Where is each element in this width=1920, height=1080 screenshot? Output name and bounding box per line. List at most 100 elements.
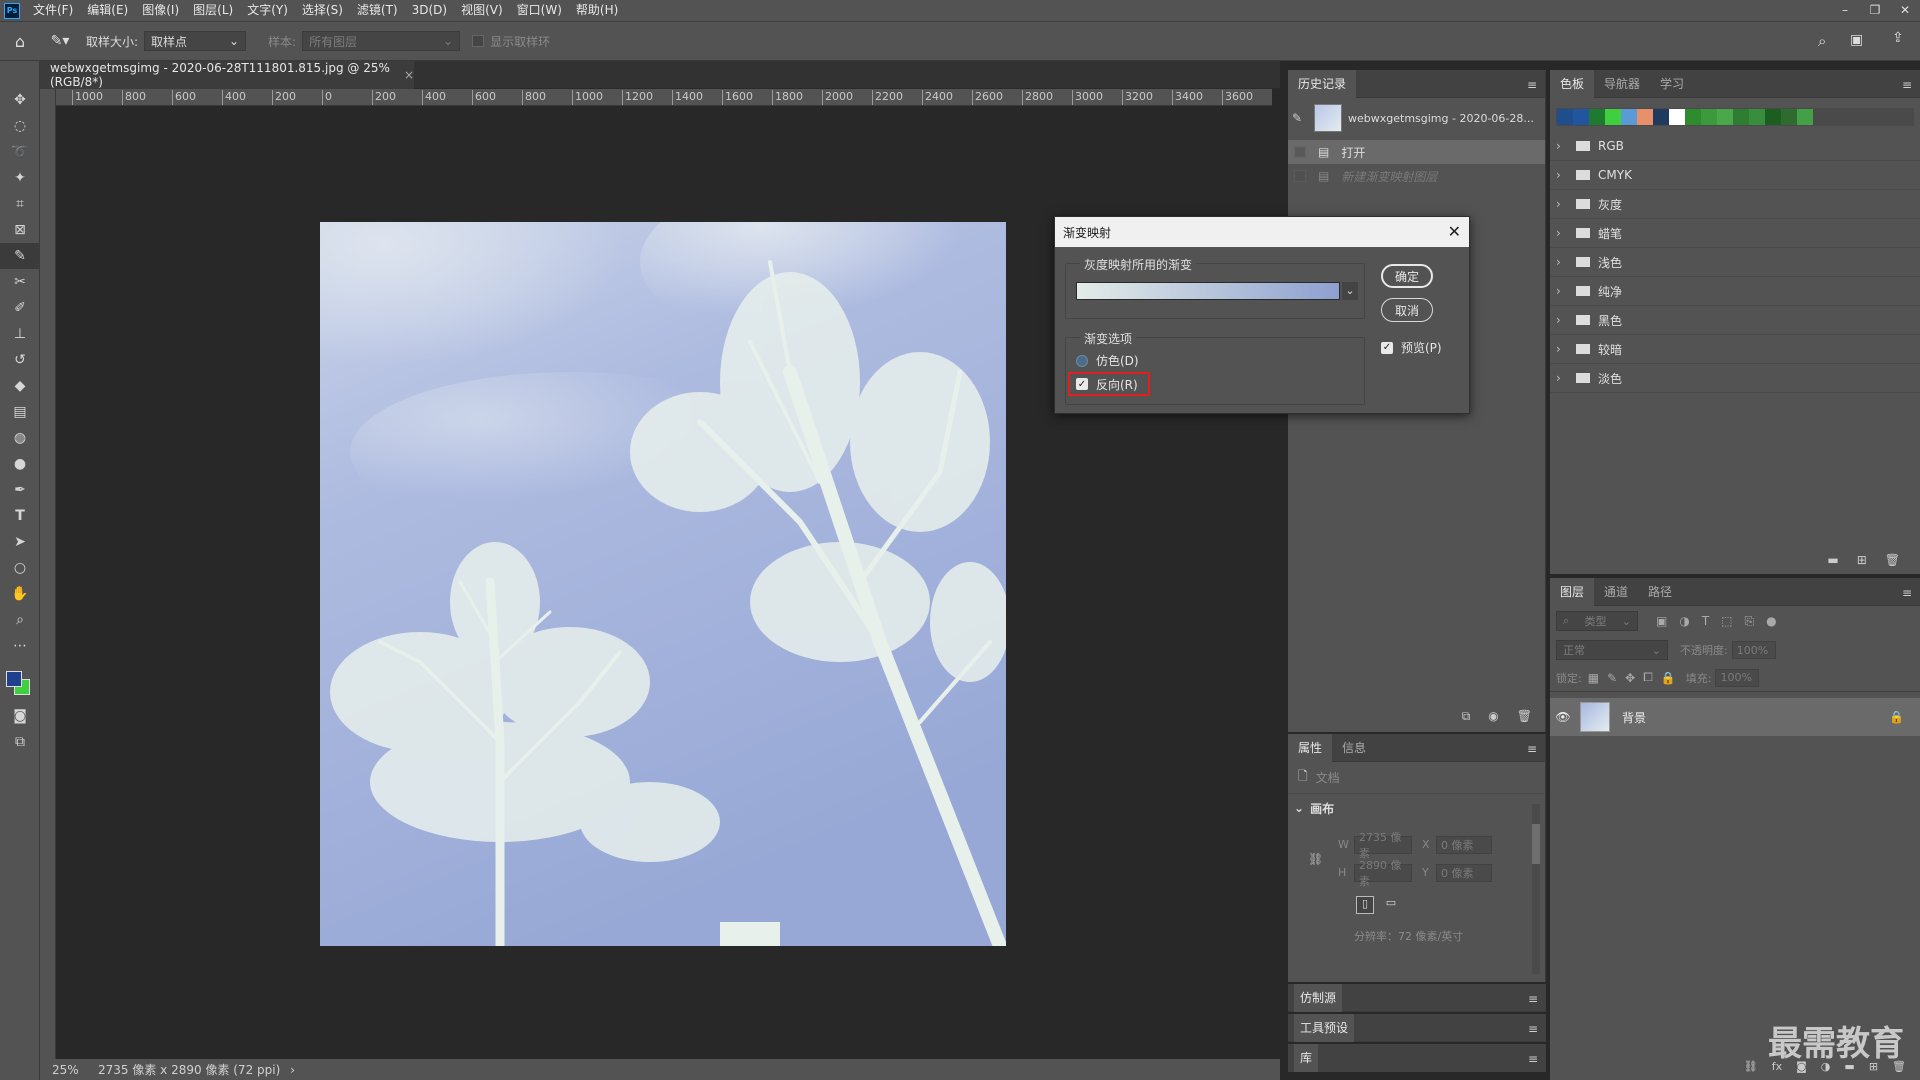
zoom-tool-icon[interactable]: ⌕ [0,607,40,633]
preview-option[interactable]: ✓ 预览(P) [1381,339,1442,356]
close-tab-icon[interactable]: × [404,68,414,82]
color-swatch[interactable] [1637,109,1653,125]
tab-paths[interactable]: 路径 [1638,578,1682,606]
lock-artboard-icon[interactable]: ⧠ [1643,670,1653,685]
swatch-folder[interactable]: › 纯净 [1550,277,1920,306]
gradient-tool-icon[interactable]: ▤ [0,399,40,425]
properties-scrollbar[interactable] [1532,804,1540,974]
height-field[interactable]: 2890 像素 [1354,859,1412,888]
new-swatch-icon[interactable]: ⊞ [1857,553,1867,567]
more-tools-icon[interactable]: ⋯ [0,633,40,659]
filter-smart-object-icon[interactable]: ⎘ [1745,614,1755,629]
eye-icon[interactable]: 👁 [1550,710,1576,724]
history-brush-source-icon[interactable]: ✎ [1292,111,1314,125]
type-tool-icon[interactable]: T [0,503,40,529]
new-group-folder-icon[interactable]: ▬ [1827,553,1838,567]
menu-help[interactable]: 帮助(H) [569,0,625,21]
ok-button[interactable]: 确定 [1381,264,1433,288]
zoom-level[interactable]: 25% [52,1063,92,1077]
history-brush-icon[interactable]: ↺ [0,347,40,373]
lock-transparent-icon[interactable]: ▦ [1588,671,1599,685]
tab-history[interactable]: 历史记录 [1288,69,1357,98]
color-swatch[interactable] [1733,109,1749,125]
pen-tool-icon[interactable]: ✒ [0,477,40,503]
frame-tool-icon[interactable]: ⊠ [0,217,40,243]
trash-icon[interactable]: 🗑 [1517,709,1532,723]
eyedropper-tool-icon[interactable]: ✎ [0,243,40,269]
home-icon[interactable]: ⌂ [0,32,40,51]
dither-checkbox[interactable] [1076,354,1088,367]
close-window-button[interactable]: ✕ [1890,0,1920,21]
swatch-folder[interactable]: › 较暗 [1550,335,1920,364]
color-swatch[interactable] [1685,109,1701,125]
sample-size-select[interactable]: 取样点 ⌄ [144,31,247,51]
swatch-folder[interactable]: › 淡色 [1550,364,1920,393]
fill-field[interactable]: 100% [1715,668,1760,687]
tab-navigator[interactable]: 导航器 [1594,70,1650,98]
portrait-orientation-icon[interactable]: ▯ [1356,896,1374,914]
landscape-orientation-icon[interactable]: ▭ [1382,896,1400,914]
history-snapshot[interactable]: ✎ webwxgetmsgimg - 2020-06-28... [1288,98,1545,138]
y-field[interactable]: 0 像素 [1436,864,1492,882]
color-swatch[interactable] [1573,109,1589,125]
layer-filter-select[interactable]: ⌕ 类型 ⌄ [1556,611,1638,631]
menu-select[interactable]: 选择(S) [295,0,350,21]
share-icon[interactable]: ⇪ [1892,30,1904,46]
swatch-folder[interactable]: › 黑色 [1550,306,1920,335]
close-icon[interactable]: ✕ [1448,222,1461,241]
filter-toggle-icon[interactable]: ● [1766,614,1776,628]
tab-info[interactable]: 信息 [1332,734,1376,762]
search-icon[interactable]: ⌕ [1818,32,1826,50]
color-swatch[interactable] [1653,109,1669,125]
panel-menu-icon[interactable]: ≡ [1902,586,1912,600]
eraser-tool-icon[interactable]: ◆ [0,373,40,399]
brush-tool-icon[interactable]: ✐ [0,295,40,321]
color-swatch[interactable] [1669,109,1685,125]
move-tool-icon[interactable]: ✥ [0,87,40,113]
tab-properties[interactable]: 属性 [1288,733,1333,762]
history-item-new-gradient-map[interactable]: ▤ 新建渐变映射图层 [1288,164,1545,188]
eyedropper-preset-icon[interactable]: ✎▾ [40,33,80,49]
swatch-folder[interactable]: › 浅色 [1550,248,1920,277]
clone-source-panel-header[interactable]: 仿制源 ≡ [1288,983,1546,1012]
panel-menu-icon[interactable]: ≡ [1528,1022,1538,1036]
foreground-color-swatch[interactable] [6,671,22,687]
healing-tool-icon[interactable]: ✂ [0,269,40,295]
color-swatch[interactable] [1717,109,1733,125]
menu-filter[interactable]: 滤镜(T) [350,0,405,21]
document-tab[interactable]: webwxgetmsgimg - 2020-06-28T111801.815.j… [40,61,414,89]
color-swatch[interactable] [1749,109,1765,125]
shape-tool-icon[interactable]: ○ [0,555,40,581]
color-swatch[interactable] [1605,109,1621,125]
lock-all-icon[interactable]: 🔒 [1661,671,1676,685]
chevron-down-icon[interactable]: ⌄ [1342,282,1358,300]
color-swatch[interactable] [1701,109,1717,125]
x-field[interactable]: 0 像素 [1436,836,1492,854]
reverse-checkbox[interactable]: ✓ [1076,378,1088,390]
swatch-folder[interactable]: › 灰度 [1550,190,1920,219]
lasso-tool-icon[interactable]: ➰ [0,139,40,165]
stamp-tool-icon[interactable]: ⊥ [0,321,40,347]
width-field[interactable]: 2735 像素 [1354,831,1412,860]
magic-wand-tool-icon[interactable]: ✦ [0,165,40,191]
dodge-tool-icon[interactable]: ● [0,451,40,477]
gradient-preview[interactable] [1076,282,1340,300]
path-select-tool-icon[interactable]: ➤ [0,529,40,555]
link-layers-icon[interactable]: ⛓ [1744,1060,1758,1073]
dialog-title-bar[interactable]: 渐变映射 ✕ [1055,217,1469,247]
crop-tool-icon[interactable]: ⌗ [0,191,40,217]
sample-select[interactable]: 所有图层 ⌄ [302,31,461,51]
menu-3d[interactable]: 3D(D) [405,0,454,21]
restore-button[interactable]: ❐ [1860,0,1890,21]
panel-menu-icon[interactable]: ≡ [1527,742,1537,756]
color-swatch[interactable] [1557,109,1573,125]
panel-menu-icon[interactable]: ≡ [1902,78,1912,92]
swatch-folder[interactable]: › 蜡笔 [1550,219,1920,248]
swatch-folder[interactable]: › RGB [1550,132,1920,161]
filter-adjustment-icon[interactable]: ◑ [1679,614,1689,628]
document-image[interactable] [320,222,1006,946]
menu-view[interactable]: 视图(V) [454,0,510,21]
panel-menu-icon[interactable]: ≡ [1528,992,1538,1006]
color-swatch[interactable] [1589,109,1605,125]
preview-checkbox[interactable]: ✓ [1381,341,1393,354]
